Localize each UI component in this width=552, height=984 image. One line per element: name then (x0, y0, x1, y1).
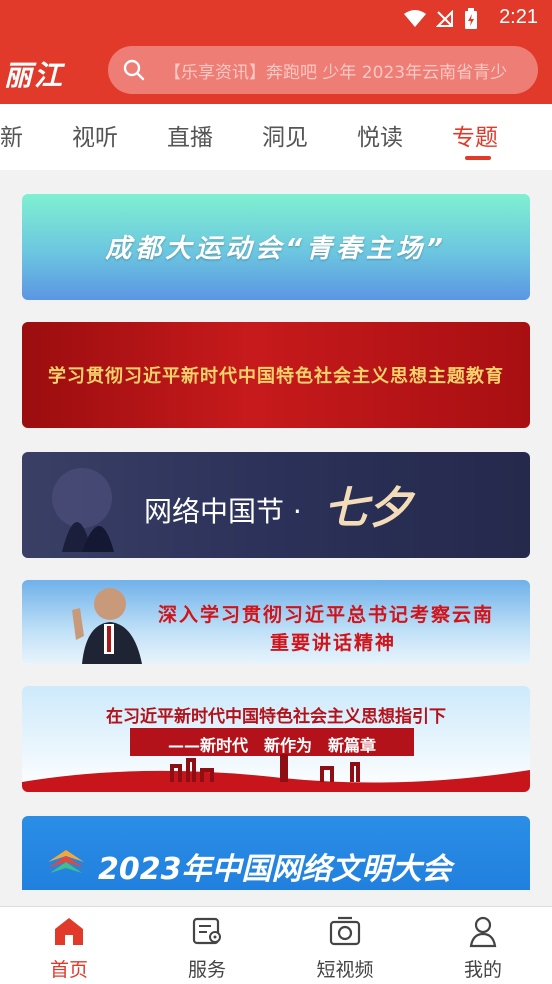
nav-label: 短视频 (316, 959, 374, 981)
active-tab-indicator (465, 156, 491, 160)
nav-label: 首页 (49, 959, 88, 981)
status-icons (404, 8, 478, 30)
nav-profile[interactable]: 我的 (433, 913, 533, 982)
nav-short-video[interactable]: 短视频 (295, 913, 395, 982)
banner-theme-education[interactable]: 学习贯彻习近平新时代中国特色社会主义思想主题教育 (22, 322, 530, 428)
tab-audiovisual[interactable]: 视听 (72, 118, 118, 152)
nav-service[interactable]: 服务 (157, 913, 257, 982)
tab-news[interactable]: 新 (0, 118, 23, 152)
banner-new-era[interactable]: 在习近平新时代中国特色社会主义思想指引下 ——新时代 新作为 新篇章 (22, 686, 530, 792)
wifi-icon (404, 10, 426, 27)
city-skyline-decoration (22, 754, 530, 792)
category-tabs: 新 视听 直播 洞见 悦读 专题 (0, 104, 552, 170)
battery-icon (465, 8, 477, 29)
search-icon (123, 59, 145, 81)
tab-insight[interactable]: 洞见 (262, 118, 308, 152)
nav-home[interactable]: 首页 (19, 913, 119, 982)
status-bar: 2:21 (0, 0, 552, 36)
bottom-navigation: 首页 服务 短视频 我的 (0, 906, 552, 984)
banner-title: 学习贯彻习近平新时代中国特色社会主义思想主题教育 (48, 366, 504, 387)
tab-reading[interactable]: 悦读 (357, 118, 403, 152)
banner-title: 2023年中国网络文明大会 (98, 852, 452, 887)
home-icon (55, 918, 83, 945)
portrait-image (72, 588, 142, 664)
tab-special[interactable]: 专题 (452, 118, 498, 152)
banner-title: 网络中国节 · (144, 495, 302, 528)
nav-label: 服务 (187, 959, 226, 981)
banner-title: 成都大运动会“青春主场” (105, 234, 447, 264)
banner-qixi[interactable]: 网络中国节 · 七夕 (22, 452, 530, 558)
profile-icon (469, 916, 497, 948)
service-icon (192, 917, 221, 945)
moon-decoration (52, 468, 114, 552)
search-bar[interactable]: 【乐享资讯】奔跑吧 少年 2023年云南省青少 (108, 46, 538, 94)
special-topics-list: 成都大运动会“青春主场” 学习贯彻习近平新时代中国特色社会主义思想主题教育 网络… (0, 170, 552, 890)
tab-live[interactable]: 直播 (167, 118, 213, 152)
banner-universiade[interactable]: 成都大运动会“青春主场” (22, 194, 530, 300)
banner-subtitle: 重要讲话精神 (270, 632, 397, 654)
app-header: 丽江 【乐享资讯】奔跑吧 少年 2023年云南省青少 (0, 36, 552, 104)
no-signal-icon (436, 10, 453, 27)
status-time: 2:21 (499, 6, 538, 28)
search-placeholder: 【乐享资讯】奔跑吧 少年 2023年云南省青少 (164, 63, 508, 83)
banner-yunnan-speech[interactable]: 深入学习贯彻习近平总书记考察云南 重要讲话精神 (22, 580, 530, 664)
app-logo: 丽江 (4, 59, 65, 92)
nav-label: 我的 (463, 959, 502, 981)
video-icon (329, 916, 361, 946)
banner-title: 深入学习贯彻习近平总书记考察云南 (158, 604, 495, 626)
banner-accent: 七夕 (324, 483, 412, 534)
conference-logo-icon (48, 850, 84, 873)
banner-network-civilization[interactable]: 2023年中国网络文明大会 (22, 816, 530, 890)
banner-title: 在习近平新时代中国特色社会主义思想指引下 (106, 707, 446, 727)
